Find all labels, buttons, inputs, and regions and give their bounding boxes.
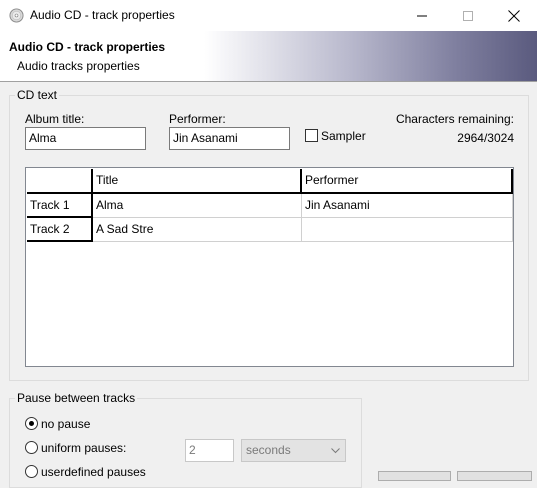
performer-input[interactable]: Jin Asanami — [169, 127, 290, 150]
cancel-button[interactable] — [457, 471, 532, 481]
tracks-table[interactable]: Title Performer Track 1 Alma Jin Asanami… — [25, 167, 514, 367]
minimize-icon — [417, 15, 427, 16]
close-button[interactable] — [491, 0, 537, 31]
sampler-label[interactable]: Sampler — [321, 129, 366, 143]
ok-button[interactable] — [378, 471, 451, 481]
cd-icon — [9, 8, 24, 23]
no-pause-label[interactable]: no pause — [41, 417, 90, 431]
header-subtitle: Audio tracks properties — [17, 59, 140, 73]
minimize-button[interactable] — [399, 0, 445, 31]
header-banner — [0, 31, 537, 81]
column-header-performer[interactable]: Performer — [302, 169, 513, 194]
maximize-icon — [463, 10, 473, 21]
pause-unit-value: seconds — [246, 443, 291, 457]
chevron-down-icon — [331, 448, 340, 454]
no-pause-radio[interactable] — [25, 417, 38, 430]
sampler-checkbox[interactable] — [305, 129, 318, 142]
table-cell-title[interactable]: A Sad Stre — [93, 218, 302, 242]
close-icon — [508, 9, 520, 22]
cd-text-group-label: CD text — [15, 88, 60, 102]
uniform-pauses-label[interactable]: uniform pauses: — [41, 441, 126, 455]
column-header-title[interactable]: Title — [93, 169, 302, 194]
table-cell-performer[interactable]: Jin Asanami — [302, 194, 513, 218]
table-corner-header — [27, 169, 93, 194]
chars-remaining-value: 2964/3024 — [457, 131, 514, 145]
userdefined-pauses-radio[interactable] — [25, 465, 38, 478]
album-title-input[interactable]: Alma — [25, 127, 146, 150]
performer-label: Performer: — [169, 112, 226, 126]
header-title: Audio CD - track properties — [9, 40, 166, 54]
userdefined-pauses-label[interactable]: userdefined pauses — [41, 465, 146, 479]
pause-seconds-input[interactable]: 2 — [185, 439, 234, 462]
uniform-pauses-radio[interactable] — [25, 441, 38, 454]
row-header-track-1[interactable]: Track 1 — [27, 194, 93, 218]
maximize-button[interactable] — [445, 0, 491, 31]
pause-group-label: Pause between tracks — [15, 391, 138, 405]
chars-remaining-label: Characters remaining: — [395, 112, 514, 126]
window-title: Audio CD - track properties — [30, 8, 175, 22]
pause-unit-select[interactable]: seconds — [241, 439, 346, 462]
table-cell-title[interactable]: Alma — [93, 194, 302, 218]
row-header-track-2[interactable]: Track 2 — [27, 218, 93, 242]
table-cell-performer[interactable] — [302, 218, 513, 242]
album-title-label: Album title: — [25, 112, 85, 126]
header-divider — [0, 81, 537, 82]
